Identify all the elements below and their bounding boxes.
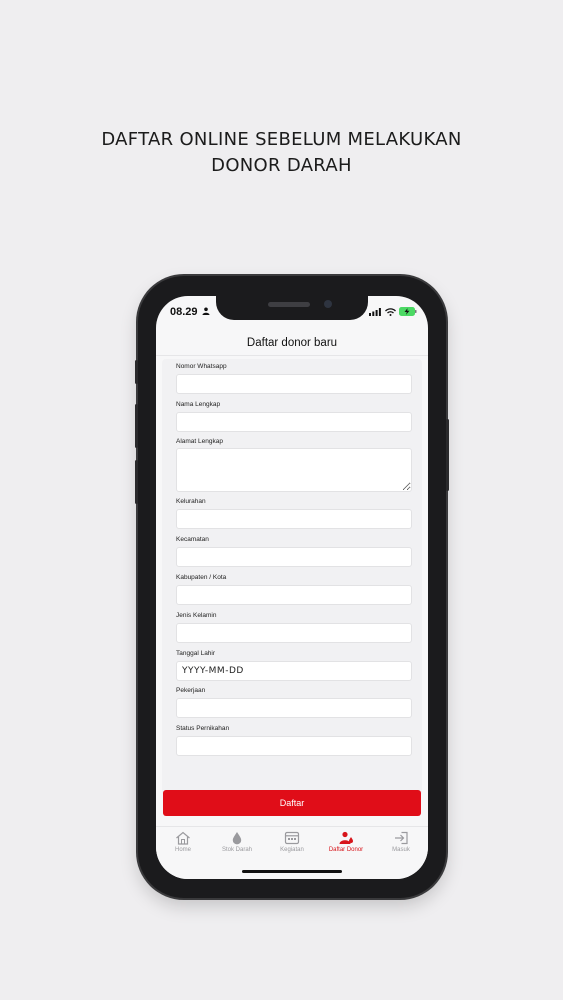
home-indicator[interactable]: [242, 870, 342, 873]
headline-line-2: DONOR DARAH: [211, 155, 352, 176]
field-nomor-whatsapp: Nomor Whatsapp: [176, 363, 412, 394]
wifi-icon: [385, 308, 396, 316]
blood-drop-icon: [232, 832, 242, 845]
tab-kegiatan[interactable]: Kegiatan: [265, 831, 319, 853]
kabupaten-input[interactable]: [176, 585, 412, 605]
field-tanggal-lahir: Tanggal Lahir: [176, 650, 412, 681]
field-label: Tanggal Lahir: [176, 650, 216, 657]
kecamatan-input[interactable]: [176, 547, 412, 567]
field-label: Jenis Kelamin: [176, 612, 217, 619]
volume-down-button: [135, 460, 138, 504]
headline-line-1: DAFTAR ONLINE SEBELUM MELAKUKAN: [101, 129, 462, 150]
signal-icon: [369, 308, 381, 316]
login-icon: [395, 831, 408, 845]
status-time: 08.29: [170, 306, 198, 318]
donor-icon: [339, 831, 353, 844]
status-bar: 08.29: [156, 296, 428, 326]
tab-home[interactable]: Home: [156, 831, 210, 853]
tab-label: Home: [174, 847, 191, 853]
address-textarea[interactable]: [176, 448, 412, 492]
field-nama-lengkap: Nama Lengkap: [176, 401, 412, 432]
marital-status-input[interactable]: [176, 736, 412, 756]
tab-stok-darah[interactable]: Stok Darah: [210, 831, 264, 853]
person-icon: [202, 307, 210, 315]
field-label: Alamat Lengkap: [176, 438, 223, 445]
promo-headline: DAFTAR ONLINE SEBELUM MELAKUKAN DONOR DA…: [0, 127, 563, 179]
field-kabupaten-kota: Kabupaten / Kota: [176, 574, 412, 605]
tab-label: Kegiatan: [280, 847, 304, 853]
field-label: Pekerjaan: [176, 687, 206, 694]
tab-masuk[interactable]: Masuk: [374, 831, 428, 853]
full-name-input[interactable]: [176, 412, 412, 432]
registration-form: Nomor Whatsapp Nama Lengkap Alamat Lengk…: [162, 359, 422, 796]
occupation-input[interactable]: [176, 698, 412, 718]
field-label: Status Pernikahan: [176, 725, 230, 732]
tab-label: Stok Darah: [221, 847, 252, 853]
field-kecamatan: Kecamatan: [176, 536, 412, 567]
field-kelurahan: Kelurahan: [176, 498, 412, 529]
power-button: [446, 419, 449, 491]
calendar-icon: [284, 831, 300, 845]
battery-charging-icon: [399, 307, 417, 316]
field-label: Kelurahan: [176, 498, 206, 505]
field-pekerjaan: Pekerjaan: [176, 687, 412, 718]
volume-up-button: [135, 404, 138, 448]
field-status-pernikahan: Status Pernikahan: [176, 725, 412, 756]
field-alamat-lengkap: Alamat Lengkap: [176, 438, 412, 497]
field-label: Nomor Whatsapp: [176, 363, 227, 370]
phone-mockup: 08.29 Daftar donor baru Nomor Whatsapp N…: [135, 276, 449, 898]
daftar-submit-button[interactable]: Daftar: [163, 790, 421, 816]
home-icon: [176, 831, 190, 845]
tab-daftar-donor[interactable]: Daftar Donor: [319, 831, 373, 853]
kelurahan-input[interactable]: [176, 509, 412, 529]
field-label: Nama Lengkap: [176, 401, 221, 408]
birth-date-input[interactable]: [176, 661, 412, 681]
page-title: Daftar donor baru: [156, 330, 428, 356]
field-label: Kabupaten / Kota: [176, 574, 227, 581]
field-label: Kecamatan: [176, 536, 209, 543]
mute-switch: [135, 360, 138, 384]
gender-input[interactable]: [176, 623, 412, 643]
tab-label: Daftar Donor: [328, 847, 364, 853]
phone-screen: 08.29 Daftar donor baru Nomor Whatsapp N…: [156, 296, 428, 879]
whatsapp-input[interactable]: [176, 374, 412, 394]
field-jenis-kelamin: Jenis Kelamin: [176, 612, 412, 643]
tab-label: Masuk: [392, 847, 410, 853]
